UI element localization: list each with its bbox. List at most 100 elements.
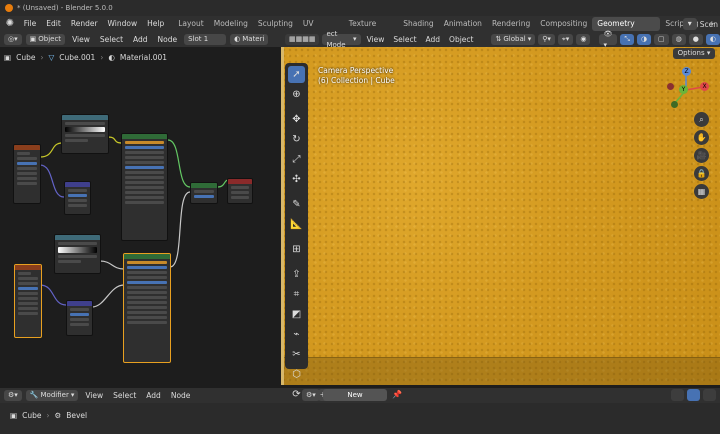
navigation-gizmo[interactable]: Z Y X: [663, 66, 709, 112]
viewport-menu-add[interactable]: Add: [423, 35, 444, 44]
editor-type-button[interactable]: ◎▾: [4, 34, 22, 45]
tab-rendering[interactable]: Rendering: [487, 17, 535, 31]
scene-icon[interactable]: ▾: [682, 18, 697, 30]
tab-modeling[interactable]: Modeling: [209, 17, 253, 31]
loop-cut-icon[interactable]: ⌁: [288, 326, 305, 343]
3d-viewport[interactable]: [281, 47, 720, 385]
node-texture-coordinate-top[interactable]: [13, 144, 41, 204]
shading-solid-icon[interactable]: ●: [688, 34, 703, 45]
tab-texture-paint[interactable]: Texture Paint: [344, 17, 398, 42]
menu-edit[interactable]: Edit: [41, 16, 66, 32]
spin-icon[interactable]: ⟳: [288, 386, 305, 403]
blender-menu-icon[interactable]: ✺: [4, 18, 16, 30]
menu-file[interactable]: File: [19, 16, 42, 32]
pivot-icon[interactable]: ⚲▾: [538, 34, 555, 45]
orientation-dropdown[interactable]: ⇅ Global ▾: [491, 34, 536, 45]
title-bar: * (Unsaved) - Blender 5.0.0: [0, 0, 720, 16]
tab-animation[interactable]: Animation: [439, 17, 487, 31]
cursor-icon[interactable]: ⊕: [288, 86, 305, 103]
viewport-menu-object[interactable]: Object: [446, 35, 476, 44]
add-cube-icon[interactable]: ⊞: [288, 241, 305, 258]
zoom-icon[interactable]: ⌕: [694, 112, 709, 127]
shader-type-dropdown[interactable]: ▣ Object: [25, 34, 66, 45]
geometry-breadcrumb: ▣ Cube › ⚙ Bevel: [10, 411, 87, 420]
shader-node-canvas[interactable]: [0, 47, 281, 385]
bevel-icon[interactable]: ◩: [288, 306, 305, 323]
viewport-menu-view[interactable]: View: [364, 35, 388, 44]
grid-icon[interactable]: ▦: [694, 184, 709, 199]
tab-sculpting[interactable]: Sculpting: [253, 17, 298, 31]
pan-icon[interactable]: ✋: [694, 130, 709, 145]
geometry-editor-type-icon[interactable]: ⚙▾: [4, 390, 22, 401]
viewport-collection-info: (6) Collection | Cube: [318, 76, 395, 85]
overlay-toggle-icon[interactable]: ◑: [636, 34, 652, 45]
node-mapping-top[interactable]: [64, 181, 91, 215]
node-color-ramp-top[interactable]: [61, 114, 109, 154]
material-selector[interactable]: ◐ Materi: [230, 34, 269, 45]
rotate-icon[interactable]: ↻: [288, 131, 305, 148]
gizmo-axis-x[interactable]: X: [700, 82, 709, 91]
measure-icon[interactable]: 📐: [288, 216, 305, 233]
shading-wireframe-icon[interactable]: ◍: [671, 34, 686, 45]
overlay-icon[interactable]: [671, 389, 684, 401]
knife-icon[interactable]: ✂: [288, 346, 305, 363]
breadcrumb-separator-icon: ›: [40, 53, 44, 62]
tab-shading[interactable]: Shading: [398, 17, 438, 31]
interaction-mode-dropdown[interactable]: ect Mode ▾: [322, 30, 361, 49]
gizmo-axis-z[interactable]: Z: [682, 67, 691, 76]
node-mapping-bottom[interactable]: [66, 300, 93, 336]
extrude-icon[interactable]: ⇪: [288, 266, 305, 283]
poly-build-icon[interactable]: ⬡: [288, 366, 305, 383]
gizmo-axis-y[interactable]: Y: [679, 85, 688, 94]
geometry-menu-add[interactable]: Add: [143, 391, 164, 400]
geometry-editor-canvas[interactable]: ▣ Cube › ⚙ Bevel: [0, 403, 720, 434]
gizmo-axis-neg-y[interactable]: [671, 101, 678, 108]
slot-dropdown[interactable]: Slot 1: [184, 34, 227, 45]
shading-material-icon[interactable]: ◐: [705, 34, 720, 45]
menu-render[interactable]: Render: [66, 16, 103, 32]
scale-icon[interactable]: ⤢: [288, 151, 305, 168]
menu-help[interactable]: Help: [142, 16, 169, 32]
select-mode-icons[interactable]: ▦▦▦▦: [285, 34, 320, 45]
options-dropdown[interactable]: Options ▾: [673, 48, 715, 59]
shader-menu-add[interactable]: Add: [130, 35, 151, 44]
move-icon[interactable]: ✥: [288, 111, 305, 128]
node-color-ramp-bottom[interactable]: [54, 234, 101, 274]
transform-icon[interactable]: ✣: [288, 171, 305, 188]
mesh-icon: ▣: [10, 411, 18, 420]
scene-selector[interactable]: ▾ Scen: [682, 16, 720, 32]
node-mix-shader[interactable]: [190, 182, 218, 204]
inset-icon[interactable]: ⌗: [288, 286, 305, 303]
breadcrumb-object: Cube: [16, 53, 36, 62]
tab-compositing[interactable]: Compositing: [535, 17, 592, 31]
shader-menu-view[interactable]: View: [69, 35, 93, 44]
node-texture-coordinate-bottom[interactable]: [14, 264, 42, 338]
node-material-output[interactable]: [227, 178, 253, 204]
tab-layout[interactable]: Layout: [173, 17, 209, 31]
xray-icon[interactable]: ▢: [654, 34, 669, 45]
visibility-icon[interactable]: 👁▾: [599, 30, 618, 49]
breadcrumb-mesh: Cube.001: [59, 53, 96, 62]
proportional-edit-icon[interactable]: ◉: [576, 34, 591, 45]
dropdown-icon[interactable]: [703, 389, 716, 401]
snap-icon[interactable]: ⌖▾: [557, 34, 574, 45]
camera-view-icon[interactable]: 🎥: [694, 148, 709, 163]
viewport-menu-select[interactable]: Select: [390, 35, 419, 44]
geometry-mode-dropdown[interactable]: 🔧 Modifier ▾: [25, 390, 79, 401]
new-node-group-button[interactable]: New: [323, 389, 387, 401]
geometry-menu-view[interactable]: View: [82, 391, 106, 400]
gizmo-toggle-icon[interactable]: ⤡: [620, 34, 634, 45]
gizmo-axis-neg-x[interactable]: [667, 83, 674, 90]
select-box-icon[interactable]: ➚: [288, 66, 305, 83]
geometry-menu-node[interactable]: Node: [168, 391, 194, 400]
menu-window[interactable]: Window: [103, 16, 143, 32]
node-principled-bsdf-top[interactable]: [121, 133, 168, 241]
snap-toggle-icon[interactable]: [687, 389, 700, 401]
pin-icon[interactable]: 📌: [392, 389, 402, 401]
shader-menu-select[interactable]: Select: [97, 35, 126, 44]
lock-icon[interactable]: 🔒: [694, 166, 709, 181]
node-principled-bsdf-bottom[interactable]: [123, 253, 171, 363]
annotate-icon[interactable]: ✎: [288, 196, 305, 213]
shader-menu-node[interactable]: Node: [155, 35, 181, 44]
geometry-menu-select[interactable]: Select: [110, 391, 139, 400]
